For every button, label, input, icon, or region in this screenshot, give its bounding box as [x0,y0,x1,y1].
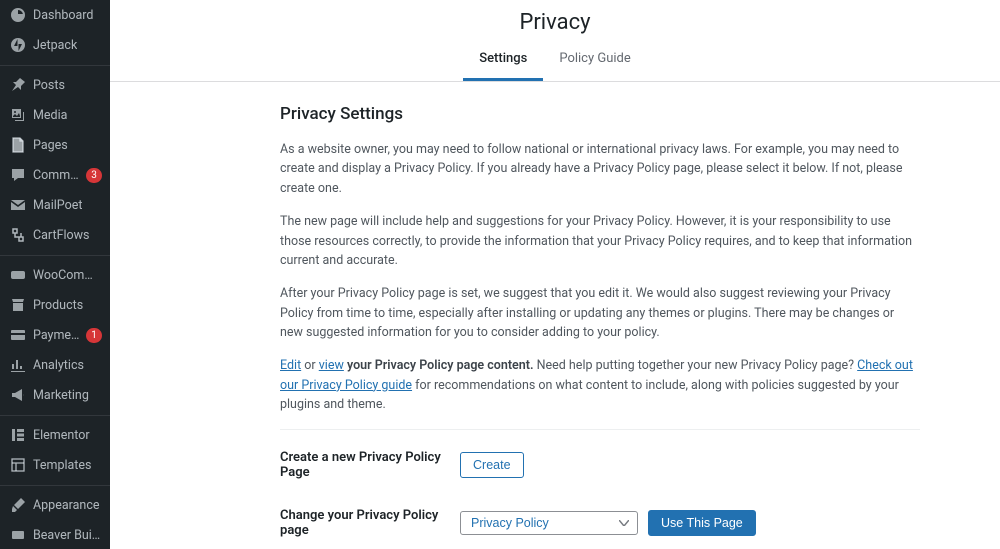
privacy-settings-panel: Privacy Settings As a website owner, you… [110,82,1000,549]
tab-settings[interactable]: Settings [463,41,543,81]
sidebar-item-label: Posts [33,78,65,93]
sidebar-item-appearance[interactable]: Appearance [0,490,110,520]
templates-icon [10,457,26,473]
create-policy-row: Create a new Privacy Policy Page Create [280,450,920,480]
sidebar-item-dashboard[interactable]: Dashboard [0,0,110,30]
sidebar-item-label: Beaver Builder [33,528,102,543]
create-policy-label: Create a new Privacy Policy Page [280,450,460,480]
analytics-icon [10,357,26,373]
sidebar-item-label: Comments [33,168,82,183]
intro-paragraph-2: The new page will include help and sugge… [280,212,920,270]
admin-sidebar: Dashboard Jetpack Posts Media Pages Comments 3… [0,0,110,549]
use-page-button[interactable]: Use This Page [648,510,756,536]
sidebar-item-cartflows[interactable]: CartFlows [0,220,110,250]
mail-icon [10,197,26,213]
sidebar-item-elementor[interactable]: Elementor [0,420,110,450]
jetpack-icon [10,37,26,53]
comment-icon [10,167,26,183]
sidebar-item-pages[interactable]: Pages [0,130,110,160]
elementor-icon [10,427,26,443]
sidebar-item-analytics[interactable]: Analytics [0,350,110,380]
count-badge: 3 [86,168,102,183]
brush-icon [10,497,26,513]
sidebar-item-comments[interactable]: Comments 3 [0,160,110,190]
page-icon [10,137,26,153]
flow-icon [10,227,26,243]
sidebar-item-label: Media [33,108,67,123]
section-heading: Privacy Settings [280,104,920,124]
create-button[interactable]: Create [460,452,524,478]
dashboard-icon [10,7,26,23]
intro-paragraph-4: Edit or view your Privacy Policy page co… [280,356,920,414]
sidebar-item-mailpoet[interactable]: MailPoet [0,190,110,220]
beaver-icon [10,527,26,543]
sidebar-item-posts[interactable]: Posts [0,70,110,100]
sidebar-item-marketing[interactable]: Marketing [0,380,110,410]
tabs: SettingsPolicy Guide [110,41,1000,82]
media-icon [10,107,26,123]
divider [280,429,920,430]
marketing-icon [10,387,26,403]
sidebar-item-label: Products [33,298,83,313]
pin-icon [10,77,26,93]
privacy-page-select[interactable]: Privacy Policy [460,511,638,535]
sidebar-item-label: CartFlows [33,228,90,243]
sidebar-item-label: Pages [33,138,68,153]
sidebar-item-media[interactable]: Media [0,100,110,130]
sidebar-item-label: WooCommerce [33,268,102,283]
sidebar-item-woocommerce[interactable]: WooCommerce [0,260,110,290]
change-policy-label: Change your Privacy Policy page [280,508,460,538]
view-link[interactable]: view [319,358,344,373]
sidebar-item-templates[interactable]: Templates [0,450,110,480]
sidebar-item-label: Analytics [33,358,84,373]
sidebar-item-label: Appearance [33,498,100,513]
sidebar-item-label: Templates [33,458,91,473]
sidebar-item-payments[interactable]: Payments 1 [0,320,110,350]
sidebar-item-label: Elementor [33,428,90,443]
product-icon [10,297,26,313]
sidebar-item-products[interactable]: Products [0,290,110,320]
sidebar-item-label: Payments [33,328,82,343]
sidebar-item-label: Marketing [33,388,89,403]
intro-paragraph-3: After your Privacy Policy page is set, w… [280,284,920,342]
tab-policy-guide[interactable]: Policy Guide [543,41,646,81]
sidebar-item-beaver-builder[interactable]: Beaver Builder [0,520,110,549]
sidebar-item-jetpack[interactable]: Jetpack [0,30,110,60]
sidebar-item-label: Dashboard [33,8,93,23]
payment-icon [10,327,26,343]
sidebar-item-label: MailPoet [33,198,82,213]
page-title: Privacy [110,0,1000,41]
sidebar-item-label: Jetpack [33,38,77,53]
change-policy-row: Change your Privacy Policy page Privacy … [280,508,920,538]
count-badge: 1 [86,328,102,343]
main-content: Privacy SettingsPolicy Guide Privacy Set… [110,0,1000,549]
intro-paragraph-1: As a website owner, you may need to foll… [280,140,920,198]
woo-icon [10,267,26,283]
edit-link[interactable]: Edit [280,358,301,373]
